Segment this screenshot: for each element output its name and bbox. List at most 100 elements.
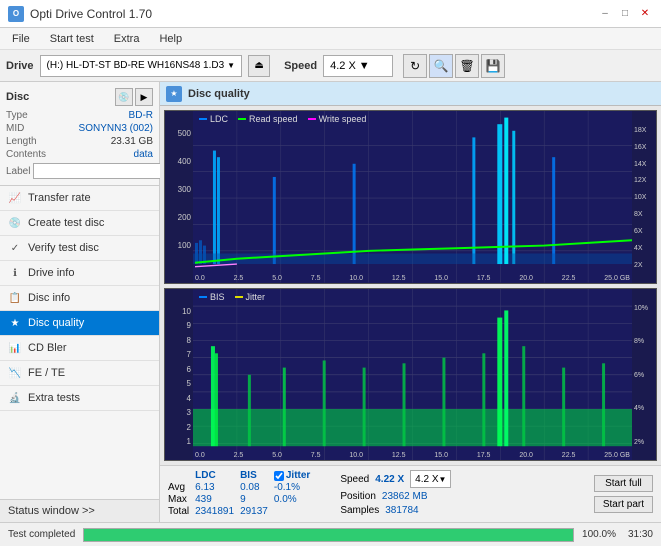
drivebar: Drive (H:) HL-DT-ST BD-RE WH16NS48 1.D3 … bbox=[0, 50, 661, 82]
disc-length-value: 23.31 GB bbox=[111, 136, 153, 147]
sidebar-item-drive-info[interactable]: ℹ Drive info bbox=[0, 261, 159, 286]
speed-dropdown-arrow: ▼ bbox=[359, 60, 370, 72]
stats-empty-header bbox=[168, 470, 195, 482]
minimize-button[interactable]: – bbox=[597, 6, 613, 22]
sidebar-item-cd-bler[interactable]: 📊 CD Bler bbox=[0, 336, 159, 361]
drive-label: Drive bbox=[6, 60, 34, 72]
x-tick-bis-2: 5.0 bbox=[272, 452, 282, 459]
stats-avg-jitter: -0.1% bbox=[274, 482, 316, 494]
x-tick-bis-5: 12.5 bbox=[392, 452, 406, 459]
sidebar-item-label: Verify test disc bbox=[28, 242, 99, 254]
titlebar-left: O Opti Drive Control 1.70 bbox=[8, 6, 152, 22]
disc-icon-btn-2[interactable]: ▶ bbox=[135, 88, 153, 106]
scan-button[interactable]: 🔍 bbox=[429, 54, 453, 78]
stats-max-bis: 9 bbox=[240, 494, 274, 506]
x-tick-10: 25.0 GB bbox=[604, 275, 630, 282]
position-label: Position bbox=[340, 491, 376, 502]
refresh-button[interactable]: ↻ bbox=[403, 54, 427, 78]
legend-ldc: LDC bbox=[199, 114, 228, 124]
status-time: 31:30 bbox=[628, 529, 653, 540]
progress-percent: 100.0% bbox=[582, 529, 616, 540]
start-part-button[interactable]: Start part bbox=[594, 496, 653, 513]
sidebar-item-disc-info[interactable]: 📋 Disc info bbox=[0, 286, 159, 311]
cd-bler-icon: 📊 bbox=[8, 341, 22, 355]
legend-read-speed: Read speed bbox=[238, 114, 298, 124]
disc-section: Disc 💿 ▶ Type BD-R MID SONYNN3 (002) Len… bbox=[0, 82, 159, 186]
x-tick-6: 15.0 bbox=[434, 275, 448, 282]
legend-jitter: Jitter bbox=[235, 292, 266, 302]
status-window-btn[interactable]: Status window >> bbox=[0, 499, 159, 522]
jitter-label: Jitter bbox=[286, 470, 310, 481]
samples-label: Samples bbox=[340, 505, 379, 516]
disc-mid-value: SONYNN3 (002) bbox=[79, 123, 153, 134]
sidebar-item-label: Extra tests bbox=[28, 392, 80, 404]
x-tick-0: 0.0 bbox=[195, 275, 205, 282]
chart-ldc-inner: LDC Read speed Write speed bbox=[193, 111, 632, 283]
sidebar-item-fe-te[interactable]: 📉 FE / TE bbox=[0, 361, 159, 386]
speed-select-small[interactable]: 4.2 X ▼ bbox=[410, 470, 451, 488]
disc-label-label: Label bbox=[6, 166, 30, 177]
y-tick-bis-9: 9 bbox=[167, 321, 191, 330]
stats-table: LDC BIS Jitter Avg bbox=[168, 470, 316, 518]
chart-bis-inner: BIS Jitter bbox=[193, 289, 632, 461]
disc-icons: 💿 ▶ bbox=[115, 88, 153, 106]
sidebar-item-label: Disc quality bbox=[28, 317, 84, 329]
maximize-button[interactable]: □ bbox=[617, 6, 633, 22]
stats-jitter-checkbox-cell[interactable]: Jitter bbox=[274, 470, 316, 482]
sidebar-item-extra-tests[interactable]: 🔬 Extra tests bbox=[0, 386, 159, 411]
verify-test-disc-icon: ✓ bbox=[8, 241, 22, 255]
sidebar-item-verify-test-disc[interactable]: ✓ Verify test disc bbox=[0, 236, 159, 261]
eject-button[interactable]: ⏏ bbox=[248, 55, 270, 77]
sidebar-item-create-test-disc[interactable]: 💿 Create test disc bbox=[0, 211, 159, 236]
transfer-rate-icon: 📈 bbox=[8, 191, 22, 205]
sidebar-item-transfer-rate[interactable]: 📈 Transfer rate bbox=[0, 186, 159, 211]
jitter-checkbox[interactable] bbox=[274, 471, 284, 481]
y-tick: 200 bbox=[167, 213, 191, 222]
disc-length-label: Length bbox=[6, 136, 37, 147]
menu-extra[interactable]: Extra bbox=[110, 32, 144, 46]
app-title: Opti Drive Control 1.70 bbox=[30, 7, 152, 21]
content-area: ★ Disc quality 500 400 300 200 100 bbox=[160, 82, 661, 522]
x-tick-8: 20.0 bbox=[519, 275, 533, 282]
speed-position-stats: Speed 4.22 X 4.2 X ▼ Position 23862 MB S… bbox=[340, 470, 451, 518]
disc-label-input[interactable] bbox=[33, 163, 171, 179]
legend-jitter-label: Jitter bbox=[246, 292, 266, 302]
erase-button[interactable]: 🗑 bbox=[455, 54, 479, 78]
menu-start-test[interactable]: Start test bbox=[46, 32, 98, 46]
disc-icon-btn-1[interactable]: 💿 bbox=[115, 88, 133, 106]
x-tick-bis-4: 10.0 bbox=[349, 452, 363, 459]
menu-file[interactable]: File bbox=[8, 32, 34, 46]
disc-contents-label: Contents bbox=[6, 149, 46, 160]
speed-select-value: 4.2 X bbox=[415, 474, 438, 485]
y-tick-bis-1: 1 bbox=[167, 437, 191, 446]
y-tick-bis-3: 3 bbox=[167, 408, 191, 417]
sidebar-item-disc-quality[interactable]: ★ Disc quality bbox=[0, 311, 159, 336]
y-axis-ldc-right: 18X 16X 14X 12X 10X 8X 6X 4X 2X bbox=[632, 111, 656, 283]
menu-help[interactable]: Help bbox=[155, 32, 186, 46]
toolbar-icons: ↻ 🔍 🗑 💾 bbox=[403, 54, 505, 78]
stats-row-avg-label: Avg bbox=[168, 482, 195, 494]
progress-bar-fill bbox=[84, 529, 573, 541]
status-text: Test completed bbox=[8, 529, 75, 540]
save-button[interactable]: 💾 bbox=[481, 54, 505, 78]
start-full-button[interactable]: Start full bbox=[594, 475, 653, 492]
titlebar-controls: – □ ✕ bbox=[597, 6, 653, 22]
progress-bar-container bbox=[83, 528, 574, 542]
create-test-disc-icon: 💿 bbox=[8, 216, 22, 230]
close-button[interactable]: ✕ bbox=[637, 6, 653, 22]
y-tick-bis-7: 7 bbox=[167, 350, 191, 359]
drive-select[interactable]: (H:) HL-DT-ST BD-RE WH16NS48 1.D3 ▼ bbox=[40, 55, 243, 77]
sidebar: Disc 💿 ▶ Type BD-R MID SONYNN3 (002) Len… bbox=[0, 82, 160, 522]
charts-area: 500 400 300 200 100 LDC bbox=[160, 106, 661, 465]
disc-contents-row: Contents data bbox=[6, 149, 153, 160]
stats-avg-ldc: 6.13 bbox=[195, 482, 240, 494]
legend-write-speed-label: Write speed bbox=[319, 114, 367, 124]
x-tick-bis-9: 22.5 bbox=[562, 452, 576, 459]
y-axis-ldc: 500 400 300 200 100 bbox=[165, 111, 193, 283]
sidebar-item-label: Disc info bbox=[28, 292, 70, 304]
y-tick: 100 bbox=[167, 241, 191, 250]
speed-select[interactable]: 4.2 X ▼ bbox=[323, 55, 393, 77]
sidebar-item-label: FE / TE bbox=[28, 367, 65, 379]
chart-bis-legend: BIS Jitter bbox=[199, 292, 265, 302]
y-tick-bis-5: 5 bbox=[167, 379, 191, 388]
